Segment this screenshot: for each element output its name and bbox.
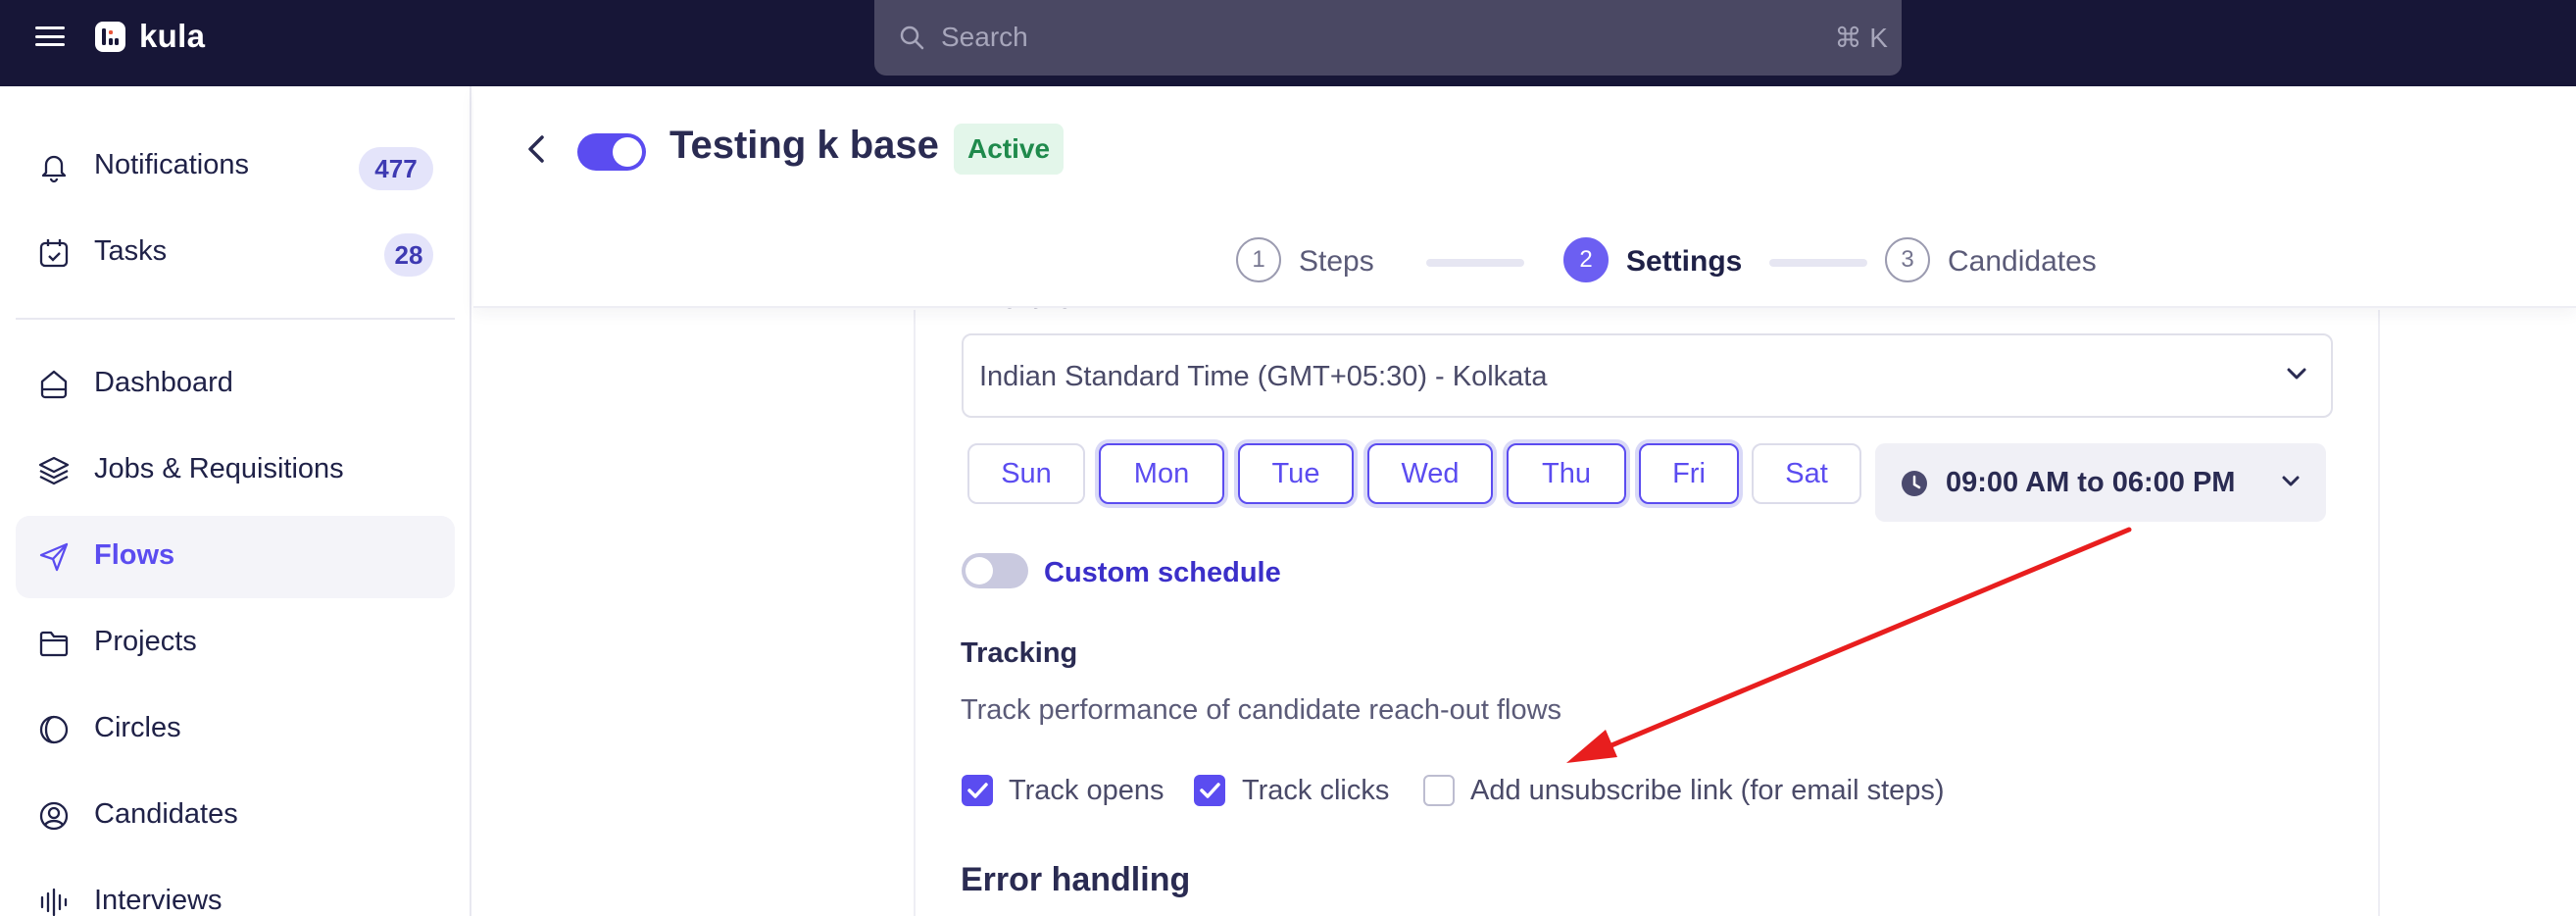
sidebar-item-projects[interactable]: Projects bbox=[16, 602, 455, 685]
sidebar-item-label: Dashboard bbox=[94, 367, 233, 398]
circles-icon bbox=[39, 715, 69, 744]
search-placeholder: Search bbox=[941, 22, 1028, 52]
status-badge: Active bbox=[954, 124, 1065, 175]
step-steps[interactable]: 1 Steps bbox=[1236, 237, 1383, 284]
time-range-label: 09:00 AM to 06:00 PM bbox=[1946, 467, 2236, 498]
step-number: 1 bbox=[1236, 237, 1281, 282]
unsubscribe-link-label[interactable]: Add unsubscribe link (for email steps) bbox=[1470, 775, 1945, 807]
sidebar-item-circles[interactable]: Circles bbox=[16, 688, 455, 771]
search-icon bbox=[900, 25, 924, 50]
menu-icon[interactable] bbox=[35, 24, 65, 49]
day-sat-button[interactable]: Sat bbox=[1752, 443, 1861, 504]
tracking-description: Track performance of candidate reach-out… bbox=[961, 694, 1562, 726]
sidebar-item-label: Flows bbox=[94, 539, 175, 571]
day-sun-button[interactable]: Sun bbox=[967, 443, 1085, 504]
calendar-check-icon bbox=[39, 239, 69, 268]
day-fri-button[interactable]: Fri bbox=[1639, 443, 1739, 504]
step-number: 3 bbox=[1885, 237, 1930, 282]
sidebar-item-label: Jobs & Requisitions bbox=[94, 453, 344, 484]
step-connector bbox=[1769, 259, 1867, 267]
day-thu-button[interactable]: Thu bbox=[1507, 443, 1626, 504]
notifications-count-badge: 477 bbox=[359, 147, 433, 190]
track-opens-label[interactable]: Track opens bbox=[1009, 775, 1164, 807]
timezone-value: Indian Standard Time (GMT+05:30) - Kolka… bbox=[979, 361, 1548, 392]
send-icon bbox=[39, 542, 69, 572]
track-clicks-checkbox[interactable] bbox=[1194, 775, 1225, 806]
step-label: Candidates bbox=[1948, 245, 2097, 278]
step-connector bbox=[1426, 259, 1524, 267]
sidebar: Notifications 477 Tasks 28 Dashboard Job… bbox=[0, 86, 471, 916]
flow-active-toggle[interactable] bbox=[577, 133, 646, 171]
sidebar-divider bbox=[16, 318, 455, 320]
user-circle-icon bbox=[39, 801, 69, 831]
flow-header: Testing k base Active 1 Steps 2 Settings… bbox=[473, 86, 2576, 308]
tasks-count-badge: 28 bbox=[384, 233, 433, 277]
sidebar-item-label: Notifications bbox=[94, 149, 249, 180]
unsubscribe-link-checkbox[interactable] bbox=[1423, 775, 1455, 806]
step-settings[interactable]: 2 Settings bbox=[1563, 237, 1743, 284]
search-bar[interactable]: Search ⌘ K bbox=[874, 0, 1902, 76]
page-title: Testing k base bbox=[669, 124, 939, 167]
timezone-select[interactable]: Indian Standard Time (GMT+05:30) - Kolka… bbox=[962, 333, 2333, 418]
clock-icon bbox=[1902, 471, 1927, 496]
tracking-heading: Tracking bbox=[961, 637, 1078, 669]
back-arrow-icon[interactable] bbox=[522, 129, 552, 169]
layers-icon bbox=[38, 456, 70, 485]
sidebar-item-tasks[interactable]: Tasks 28 bbox=[16, 212, 455, 294]
folder-icon bbox=[39, 631, 69, 657]
search-shortcut: ⌘ K bbox=[1834, 23, 1888, 53]
sidebar-item-candidates[interactable]: Candidates bbox=[16, 775, 455, 857]
step-candidates[interactable]: 3 Candidates bbox=[1885, 237, 2110, 284]
day-wed-button[interactable]: Wed bbox=[1367, 443, 1493, 504]
sidebar-item-label: Projects bbox=[94, 626, 197, 657]
step-label: Settings bbox=[1626, 245, 1743, 278]
error-handling-heading: Error handling bbox=[961, 861, 1191, 898]
day-mon-button[interactable]: Mon bbox=[1099, 443, 1224, 504]
sidebar-item-dashboard[interactable]: Dashboard bbox=[16, 343, 455, 426]
sidebar-item-notifications[interactable]: Notifications 477 bbox=[16, 126, 455, 208]
sidebar-item-label: Tasks bbox=[94, 235, 168, 267]
track-opens-checkbox[interactable] bbox=[962, 775, 993, 806]
day-tue-button[interactable]: Tue bbox=[1238, 443, 1354, 504]
sidebar-item-jobs[interactable]: Jobs & Requisitions bbox=[16, 430, 455, 512]
audio-bars-icon bbox=[40, 888, 68, 916]
sidebar-item-label: Circles bbox=[94, 712, 181, 743]
brand-name: kula bbox=[139, 18, 206, 54]
sidebar-item-flows[interactable]: Flows bbox=[16, 516, 455, 598]
kula-logo-icon[interactable] bbox=[95, 22, 125, 52]
step-label: Steps bbox=[1299, 245, 1374, 278]
sidebar-item-interviews[interactable]: Interviews bbox=[16, 861, 455, 916]
chevron-down-icon bbox=[2287, 368, 2306, 380]
home-icon bbox=[40, 370, 68, 399]
sidebar-item-label: Candidates bbox=[94, 798, 238, 830]
custom-schedule-label[interactable]: Custom schedule bbox=[1044, 557, 1281, 589]
annotation-arrow-icon bbox=[1566, 527, 2132, 763]
chevron-down-icon bbox=[2282, 476, 2300, 486]
bell-icon bbox=[41, 155, 67, 183]
track-clicks-label[interactable]: Track clicks bbox=[1242, 775, 1389, 807]
sidebar-item-label: Interviews bbox=[94, 885, 223, 916]
step-number: 2 bbox=[1563, 237, 1609, 282]
top-bar: kula Search ⌘ K bbox=[0, 0, 2576, 86]
custom-schedule-toggle[interactable] bbox=[962, 553, 1028, 588]
